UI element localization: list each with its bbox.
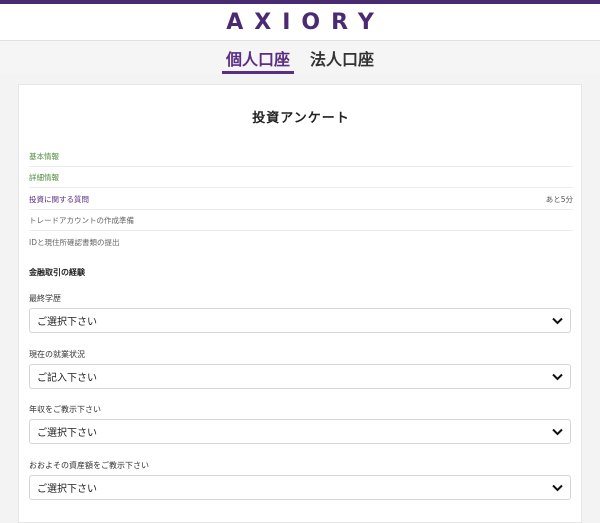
step-label: 基本情報 xyxy=(29,151,59,161)
annual-income-select[interactable]: ご選択下さい xyxy=(29,419,571,444)
education-select-value: ご選択下さい xyxy=(37,317,97,328)
progress-steps: 基本情報 詳細情報 投資に関する質問 あと5分 トレードアカウントの作成準備 I… xyxy=(29,145,573,253)
step-label: トレードアカウントの作成準備 xyxy=(29,216,134,226)
section-heading-financial-experience: 金融取引の経験 xyxy=(29,268,85,277)
total-assets-select[interactable]: ご選択下さい xyxy=(29,475,571,500)
step-time-remaining: あと5分 xyxy=(545,194,573,204)
account-type-tabs: 個人口座 法人口座 xyxy=(0,40,600,74)
total-assets-label: おおよその資産額をご教示下さい xyxy=(29,461,149,470)
step-id-document-submission: IDと現住所確認書類の提出 xyxy=(29,231,573,253)
annual-income-label: 年収をご教示下さい xyxy=(29,405,101,414)
chevron-down-icon xyxy=(552,373,563,380)
step-label: IDと現住所確認書類の提出 xyxy=(29,238,120,248)
tab-personal-account[interactable]: 個人口座 xyxy=(222,46,294,74)
step-label: 詳細情報 xyxy=(29,173,59,183)
total-assets-select-value: ご選択下さい xyxy=(37,484,97,495)
chevron-down-icon xyxy=(552,317,563,324)
form-title: 投資アンケート xyxy=(252,111,350,126)
step-basic-info[interactable]: 基本情報 xyxy=(29,145,573,167)
chevron-down-icon xyxy=(552,428,563,435)
step-investment-questions: 投資に関する質問 あと5分 xyxy=(29,188,573,210)
step-trade-account-setup: トレードアカウントの作成準備 xyxy=(29,210,573,231)
top-accent-bar xyxy=(0,0,600,4)
form-card: 投資アンケート 基本情報 詳細情報 投資に関する質問 あと5分 トレードアカウン… xyxy=(18,84,582,523)
axiory-logo: AXIORY xyxy=(226,10,385,35)
step-detailed-info[interactable]: 詳細情報 xyxy=(29,167,573,188)
employment-status-select-value: ご記入下さい xyxy=(37,373,97,384)
employment-status-select[interactable]: ご記入下さい xyxy=(29,364,571,389)
chevron-down-icon xyxy=(552,484,563,491)
education-select[interactable]: ご選択下さい xyxy=(29,308,571,333)
employment-status-label: 現在の就業状況 xyxy=(29,350,85,359)
step-label: 投資に関する質問 xyxy=(29,194,89,204)
tab-corporate-account[interactable]: 法人口座 xyxy=(306,46,378,74)
annual-income-select-value: ご選択下さい xyxy=(37,428,97,439)
education-label: 最終学歴 xyxy=(29,294,61,303)
